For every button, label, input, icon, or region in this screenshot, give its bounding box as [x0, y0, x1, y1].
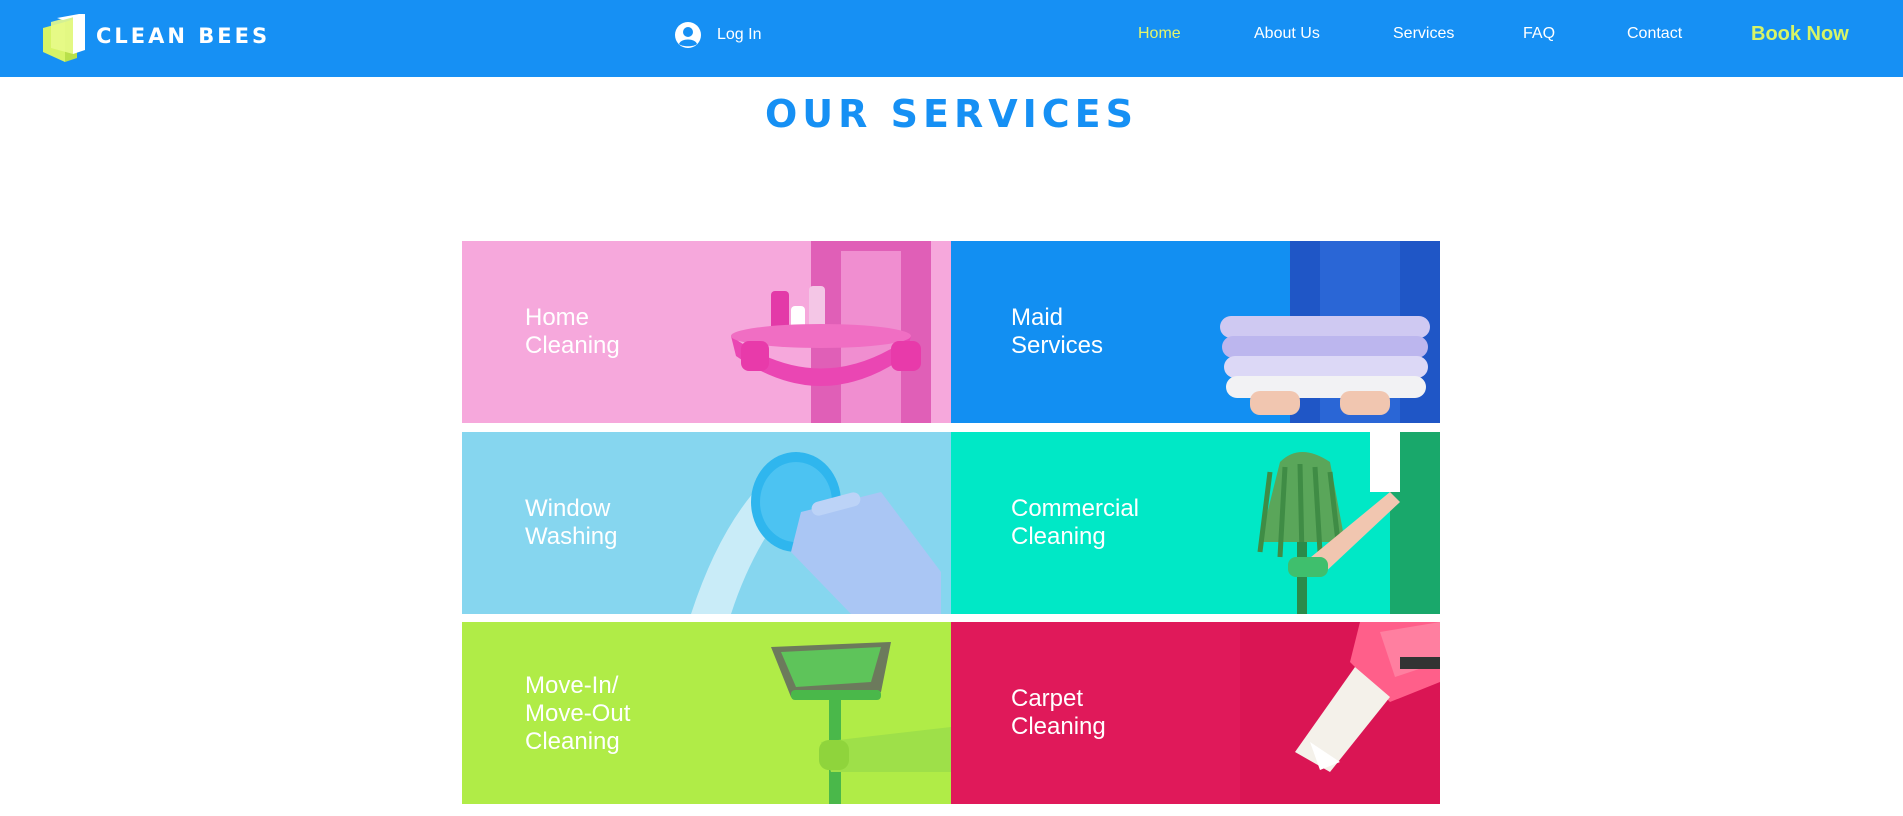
user-avatar-icon [675, 22, 701, 48]
brand-name[interactable]: CLEAN BEES [96, 24, 270, 48]
login-button[interactable]: Log In [674, 21, 761, 49]
service-tile-carpet-cleaning[interactable]: Carpet Cleaning [951, 622, 1440, 804]
site-header: CLEAN BEES Log In Home About Us Services… [0, 0, 1903, 77]
service-label: Maid Services [1011, 304, 1104, 359]
broom-image [771, 642, 951, 804]
service-label: Home Cleaning [525, 304, 620, 359]
page-title: OUR SERVICES [765, 92, 1138, 136]
service-label: Commercial Cleaning [1011, 495, 1140, 550]
nav-home[interactable]: Home [1138, 25, 1181, 43]
service-tile-window-washing[interactable]: Window Washing [462, 432, 951, 614]
nav-faq[interactable]: FAQ [1523, 25, 1555, 43]
cleaning-supplies-image [731, 241, 931, 423]
service-label: Move-In/ Move-Out Cleaning [525, 672, 631, 755]
nav-contact[interactable]: Contact [1627, 25, 1682, 43]
service-tile-move-in-move-out-cleaning[interactable]: Move-In/ Move-Out Cleaning [462, 622, 951, 804]
service-tile-home-cleaning[interactable]: Home Cleaning [462, 241, 951, 423]
sponge-glove-image [691, 452, 941, 614]
service-label: Carpet Cleaning [1011, 685, 1106, 740]
folded-towels-image [1220, 241, 1440, 423]
service-tile-maid-services[interactable]: Maid Services [951, 241, 1440, 423]
service-label: Window Washing [525, 495, 618, 550]
book-now-button[interactable]: Book Now [1751, 23, 1849, 46]
login-label: Log In [717, 26, 762, 43]
nav-services[interactable]: Services [1393, 25, 1454, 43]
carpet-cleaner-image [1240, 622, 1440, 804]
mop-image [1257, 432, 1440, 614]
nav-about-us[interactable]: About Us [1254, 25, 1320, 43]
logo-icon[interactable] [43, 14, 89, 62]
service-tile-commercial-cleaning[interactable]: Commercial Cleaning [951, 432, 1440, 614]
